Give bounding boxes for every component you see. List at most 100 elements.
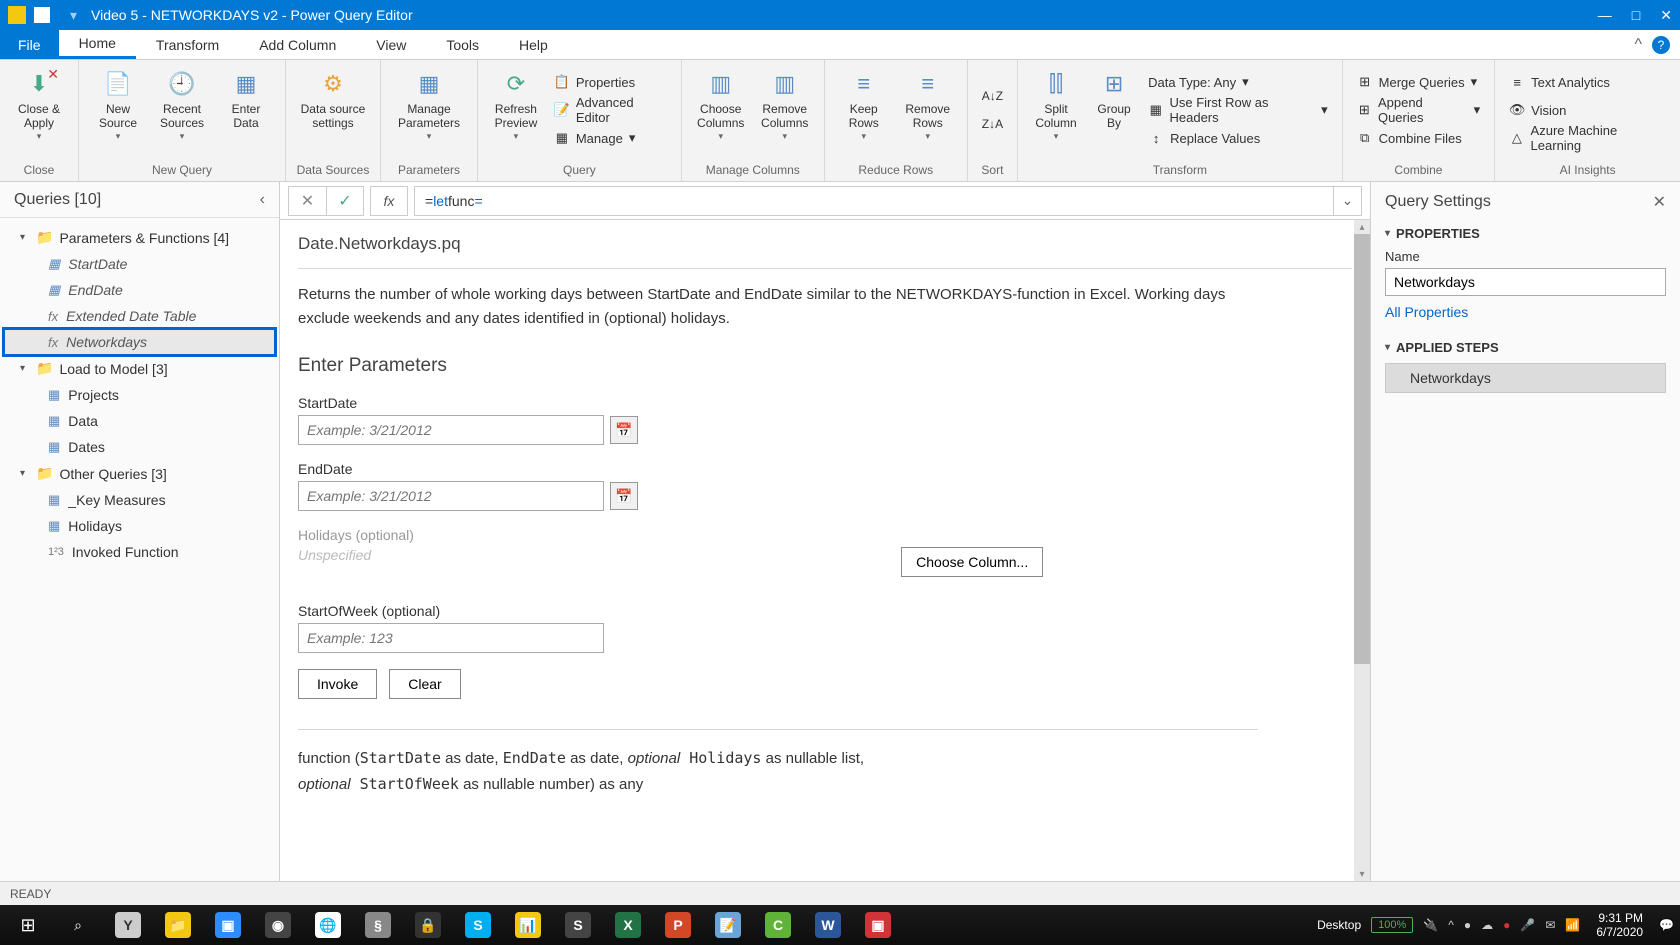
all-properties-link[interactable]: All Properties	[1385, 304, 1666, 320]
split-column-button[interactable]: ⫿⫿Split Column▾	[1026, 64, 1086, 156]
scrollbar[interactable]: ▴ ▾	[1354, 220, 1370, 881]
query-enddate[interactable]: ▦EndDate	[0, 277, 279, 303]
fx-icon[interactable]: fx	[370, 186, 408, 216]
startdate-input[interactable]	[298, 415, 604, 445]
word-icon[interactable]: W	[806, 908, 850, 942]
collapse-queries-icon[interactable]: ‹	[260, 191, 265, 209]
collapse-ribbon-icon[interactable]: ^	[1634, 36, 1642, 54]
manage-parameters-button[interactable]: ▦Manage Parameters▾	[389, 64, 469, 156]
append-queries-button[interactable]: ⊞Append Queries ▾	[1351, 96, 1487, 124]
notepad-icon[interactable]: 📝	[706, 908, 750, 942]
save-icon[interactable]	[34, 7, 50, 23]
choose-columns-button[interactable]: ▥Choose Columns▾	[690, 64, 752, 156]
transform-tab[interactable]: Transform	[136, 30, 239, 59]
skype-icon[interactable]: S	[456, 908, 500, 942]
query-holidays[interactable]: ▦Holidays	[0, 513, 279, 539]
startofweek-input[interactable]	[298, 623, 604, 653]
close-apply-button[interactable]: ✕⬇ Close & Apply▾	[8, 64, 70, 156]
powerbi-icon[interactable]: 📊	[506, 908, 550, 942]
tray-icon-4[interactable]: 🎤	[1520, 918, 1535, 932]
maximize-button[interactable]: □	[1632, 7, 1640, 24]
replace-values-button[interactable]: ↕Replace Values	[1142, 124, 1334, 152]
enter-data-button[interactable]: ▦Enter Data	[215, 64, 277, 156]
minimize-button[interactable]: —	[1598, 7, 1612, 24]
zoom-icon[interactable]: ▣	[206, 908, 250, 942]
first-row-headers-button[interactable]: ▦Use First Row as Headers ▾	[1142, 96, 1334, 124]
close-settings-icon[interactable]: ✕	[1653, 192, 1666, 212]
query-dates[interactable]: ▦Dates	[0, 434, 279, 460]
folder-load-to-model[interactable]: ▾📁Load to Model [3]	[0, 355, 279, 382]
file-explorer-icon[interactable]: 📁	[156, 908, 200, 942]
data-type-button[interactable]: Data Type: Any ▾	[1142, 68, 1334, 96]
chrome-icon[interactable]: 🌐	[306, 908, 350, 942]
group-by-button[interactable]: ⊞Group By	[1088, 64, 1140, 156]
remove-columns-button[interactable]: ▥Remove Columns▾	[754, 64, 816, 156]
query-startdate[interactable]: ▦StartDate	[0, 251, 279, 277]
wifi-icon[interactable]: 📶	[1565, 918, 1580, 932]
properties-section-header[interactable]: ▾PROPERTIES	[1385, 226, 1666, 241]
chevron-up-icon[interactable]: ^	[1448, 918, 1454, 932]
query-key-measures[interactable]: ▦_Key Measures	[0, 487, 279, 513]
battery-indicator[interactable]: 100%	[1371, 917, 1413, 933]
tray-icon-3[interactable]: ●	[1503, 918, 1510, 932]
clock[interactable]: 9:31 PM 6/7/2020	[1590, 911, 1649, 940]
new-source-button[interactable]: 📄New Source▾	[87, 64, 149, 156]
cancel-formula-button[interactable]: ✕	[288, 186, 326, 216]
tray-icon-2[interactable]: ☁	[1481, 918, 1493, 932]
start-button[interactable]: ⊞	[6, 908, 50, 942]
taskbar-app-1[interactable]: Y	[106, 908, 150, 942]
remove-rows-button[interactable]: ≡Remove Rows▾	[897, 64, 959, 156]
enddate-input[interactable]	[298, 481, 604, 511]
refresh-preview-button[interactable]: ⟳Refresh Preview▾	[486, 64, 546, 156]
taskbar-app-5[interactable]: ▣	[856, 908, 900, 942]
combine-files-button[interactable]: ⧉Combine Files	[1351, 124, 1487, 152]
invoke-button[interactable]: Invoke	[298, 669, 377, 699]
manage-query-button[interactable]: ▦Manage ▾	[548, 124, 673, 152]
powerpoint-icon[interactable]: P	[656, 908, 700, 942]
folder-parameters-functions[interactable]: ▾📁Parameters & Functions [4]	[0, 224, 279, 251]
query-networkdays[interactable]: fxNetworkdays	[4, 329, 275, 355]
merge-queries-button[interactable]: ⊞Merge Queries ▾	[1351, 68, 1487, 96]
formula-input[interactable]: = let func =	[414, 186, 1334, 216]
choose-column-button[interactable]: Choose Column...	[901, 547, 1043, 577]
home-tab[interactable]: Home	[59, 30, 136, 59]
file-menu[interactable]: File	[0, 30, 59, 59]
data-source-settings-button[interactable]: ⚙Data source settings	[294, 64, 372, 156]
commit-formula-button[interactable]: ✓	[326, 186, 364, 216]
query-data[interactable]: ▦Data	[0, 408, 279, 434]
vision-button[interactable]: 👁Vision	[1503, 96, 1672, 124]
query-name-input[interactable]	[1385, 268, 1666, 296]
view-tab[interactable]: View	[356, 30, 426, 59]
sort-desc-button[interactable]: Z↓A	[980, 110, 1005, 138]
enddate-calendar-icon[interactable]: 📅	[610, 482, 638, 510]
query-invoked-function[interactable]: 1²3Invoked Function	[0, 539, 279, 565]
add-column-tab[interactable]: Add Column	[239, 30, 356, 59]
help-icon[interactable]: ?	[1652, 36, 1670, 54]
camtasia-icon[interactable]: C	[756, 908, 800, 942]
azure-ml-button[interactable]: △Azure Machine Learning	[1503, 124, 1672, 152]
search-icon[interactable]: ⌕	[56, 908, 100, 942]
recent-sources-button[interactable]: 🕘Recent Sources▾	[151, 64, 213, 156]
query-projects[interactable]: ▦Projects	[0, 382, 279, 408]
notifications-icon[interactable]: 💬	[1659, 918, 1674, 932]
excel-icon[interactable]: X	[606, 908, 650, 942]
tray-icon-1[interactable]: ●	[1464, 918, 1471, 932]
tray-icon-5[interactable]: ✉	[1545, 918, 1555, 932]
tools-tab[interactable]: Tools	[426, 30, 499, 59]
expand-formula-icon[interactable]: ⌄	[1334, 186, 1362, 216]
text-analytics-button[interactable]: ≡Text Analytics	[1503, 68, 1672, 96]
clear-button[interactable]: Clear	[389, 669, 460, 699]
snagit-icon[interactable]: S	[556, 908, 600, 942]
applied-steps-header[interactable]: ▾APPLIED STEPS	[1385, 340, 1666, 355]
folder-other-queries[interactable]: ▾📁Other Queries [3]	[0, 460, 279, 487]
power-icon[interactable]: 🔌	[1423, 918, 1438, 932]
close-window-button[interactable]: ✕	[1660, 7, 1672, 24]
advanced-editor-button[interactable]: 📝Advanced Editor	[548, 96, 673, 124]
properties-button[interactable]: 📋Properties	[548, 68, 673, 96]
taskbar-app-3[interactable]: §	[356, 908, 400, 942]
query-extended-date-table[interactable]: fxExtended Date Table	[0, 303, 279, 329]
sort-asc-button[interactable]: A↓Z	[980, 82, 1005, 110]
startdate-calendar-icon[interactable]: 📅	[610, 416, 638, 444]
help-tab[interactable]: Help	[499, 30, 568, 59]
taskbar-app-4[interactable]: 🔒	[406, 908, 450, 942]
